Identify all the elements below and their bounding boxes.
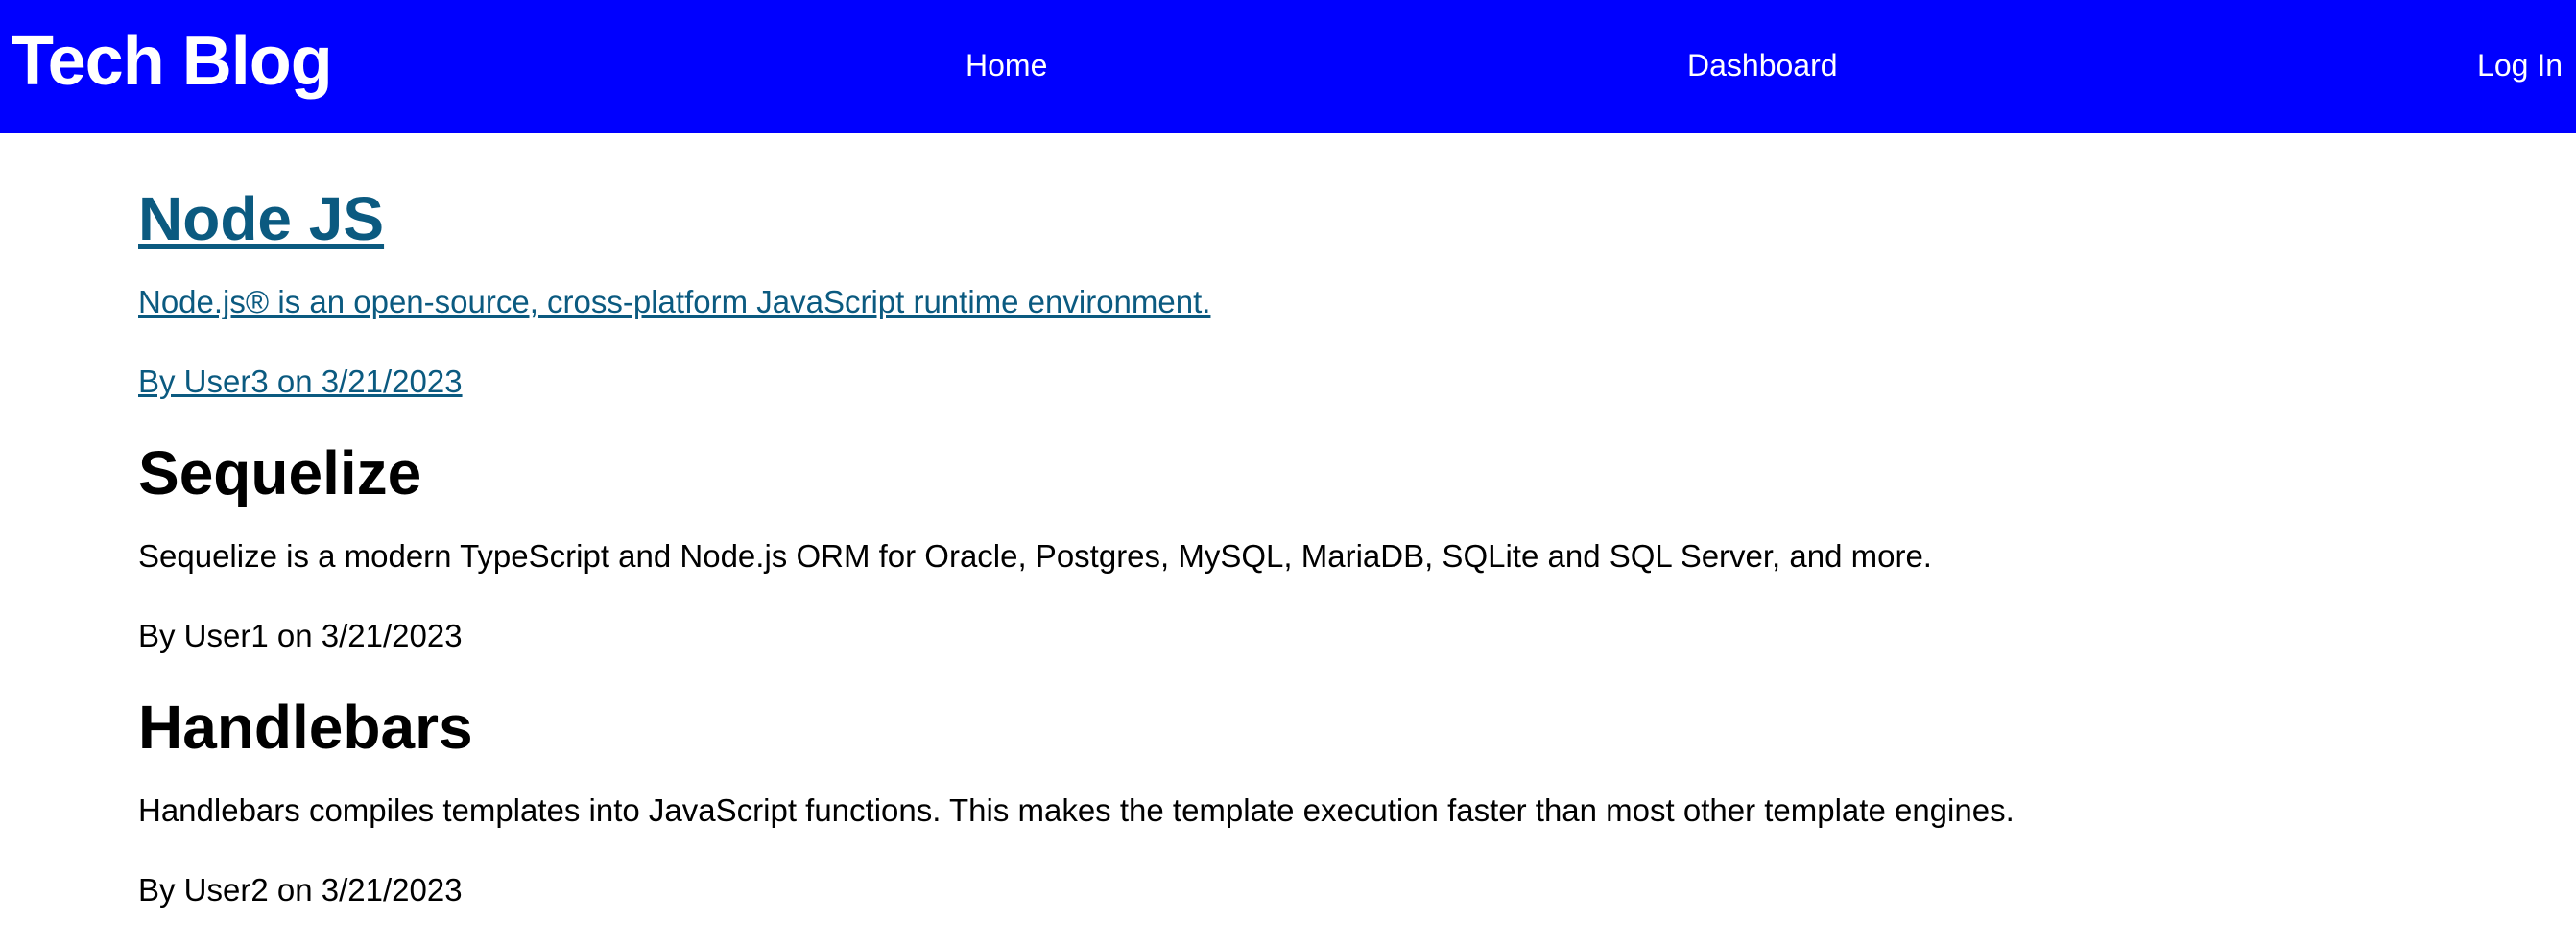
post-title: Handlebars <box>138 693 473 762</box>
post-byline: By User1 on 3/21/2023 <box>138 618 463 653</box>
nav-login-link[interactable]: Log In <box>2477 46 2563 84</box>
post-description[interactable]: Node.js® is an open-source, cross-platfo… <box>138 281 2576 323</box>
site-title: Tech Blog <box>12 23 333 100</box>
post-item[interactable]: Handlebars Handlebars compiles templates… <box>138 691 2576 911</box>
post-item[interactable]: Sequelize Sequelize is a modern TypeScri… <box>138 437 2576 657</box>
post-description: Handlebars compiles templates into JavaS… <box>138 792 2015 828</box>
nav-home-link[interactable]: Home <box>966 46 1047 84</box>
post-title[interactable]: Node JS <box>138 182 2576 255</box>
post-title: Sequelize <box>138 438 422 507</box>
post-list: Node JS Node.js® is an open-source, cros… <box>0 133 2576 911</box>
post-description: Sequelize is a modern TypeScript and Nod… <box>138 538 1932 574</box>
post-item[interactable]: Node JS Node.js® is an open-source, cros… <box>138 182 2576 403</box>
post-byline: By User2 on 3/21/2023 <box>138 872 463 908</box>
nav-dashboard-link[interactable]: Dashboard <box>1687 46 1838 84</box>
site-header: Tech Blog Home Dashboard Log In <box>0 0 2576 133</box>
post-byline[interactable]: By User3 on 3/21/2023 <box>138 361 2576 403</box>
